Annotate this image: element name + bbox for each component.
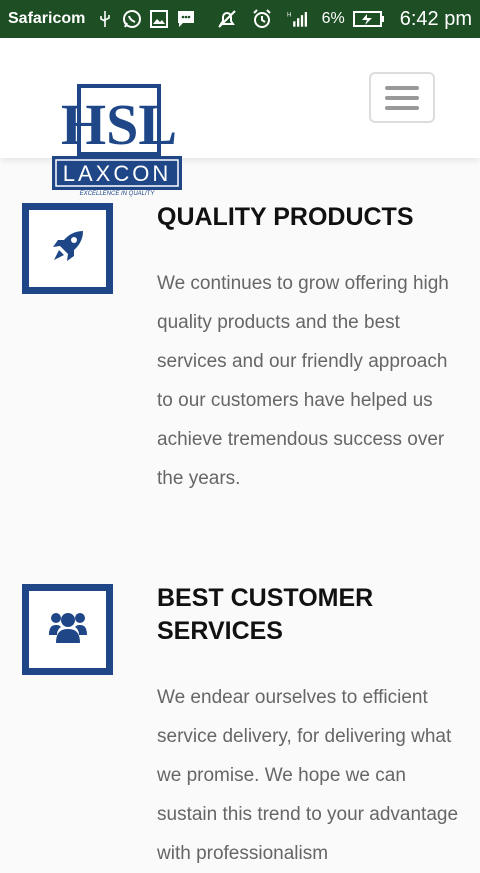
svg-text:LAXCON: LAXCON — [63, 161, 171, 186]
mute-icon — [217, 9, 237, 29]
usb-icon — [95, 9, 115, 29]
svg-text:H: H — [287, 12, 291, 19]
feature-title: QUALITY PRODUCTS — [157, 203, 414, 231]
battery-icon — [352, 9, 385, 29]
hamburger-line — [385, 95, 419, 100]
svg-text:EXCELLENCE IN QUALITY: EXCELLENCE IN QUALITY — [80, 191, 156, 197]
hamburger-line — [385, 105, 419, 110]
feature-text: We continues to grow offering high quali… — [157, 273, 449, 489]
menu-toggle-button[interactable] — [369, 72, 435, 123]
clock: 6:42 pm — [399, 7, 472, 30]
feature-icon-box — [22, 203, 113, 294]
alarm-icon — [252, 9, 272, 29]
image-icon — [149, 9, 169, 29]
logo[interactable]: HSL LAXCON EXCELLENCE IN QUALITY — [50, 84, 184, 202]
battery-percent: 6% — [321, 10, 345, 27]
signal-icon: H — [287, 9, 307, 29]
message-icon — [176, 9, 196, 29]
hamburger-line — [385, 85, 419, 90]
carrier-name: Safaricom — [8, 10, 86, 27]
rocket-icon — [50, 228, 86, 269]
feature-title: BEST CUSTOMER SERVICES — [157, 584, 374, 645]
svg-text:HSL: HSL — [61, 92, 177, 157]
whatsapp-icon — [122, 9, 142, 29]
feature-text: We endear ourselves to efficient service… — [157, 687, 459, 864]
status-bar: Safaricom H 6% 6:42 pm — [0, 0, 480, 38]
users-icon — [48, 609, 88, 650]
feature-icon-box — [22, 584, 113, 675]
